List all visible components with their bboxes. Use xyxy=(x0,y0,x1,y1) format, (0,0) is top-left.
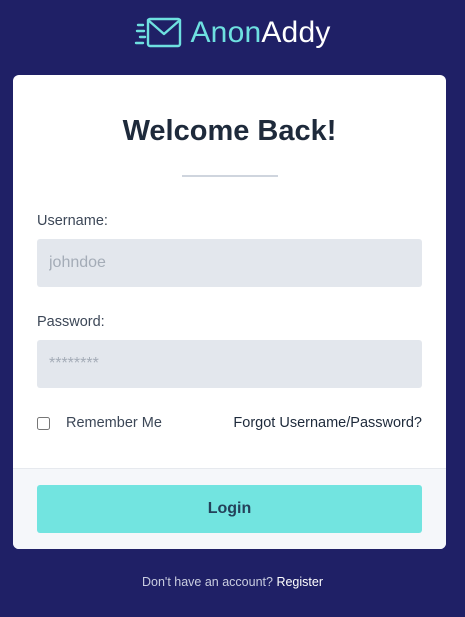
password-input[interactable] xyxy=(37,340,422,388)
forgot-password-link[interactable]: Forgot Username/Password? xyxy=(233,415,422,431)
brand-name-part2: Addy xyxy=(261,16,331,49)
login-button[interactable]: Login xyxy=(37,485,422,533)
username-input[interactable] xyxy=(37,239,422,287)
username-label: Username: xyxy=(37,213,108,229)
page-title: Welcome Back! xyxy=(122,115,337,147)
envelope-icon xyxy=(134,16,182,50)
login-card: Welcome Back! Username: Password: Rememb… xyxy=(13,75,446,549)
signup-prompt-text: Don't have an account? xyxy=(142,575,273,589)
brand-logo: AnonAddy xyxy=(0,14,465,52)
remember-me-label: Remember Me xyxy=(66,415,162,431)
remember-me-checkbox[interactable] xyxy=(37,416,50,430)
title-divider xyxy=(182,175,278,177)
register-link[interactable]: Register xyxy=(276,575,323,589)
brand-name: AnonAddy xyxy=(190,14,330,52)
password-label: Password: xyxy=(37,314,105,330)
card-footer: Login xyxy=(13,468,446,549)
brand-name-part1: Anon xyxy=(190,16,262,49)
signup-prompt: Don't have an account? Register xyxy=(0,575,465,589)
remember-me-row: Remember Me xyxy=(37,415,162,431)
